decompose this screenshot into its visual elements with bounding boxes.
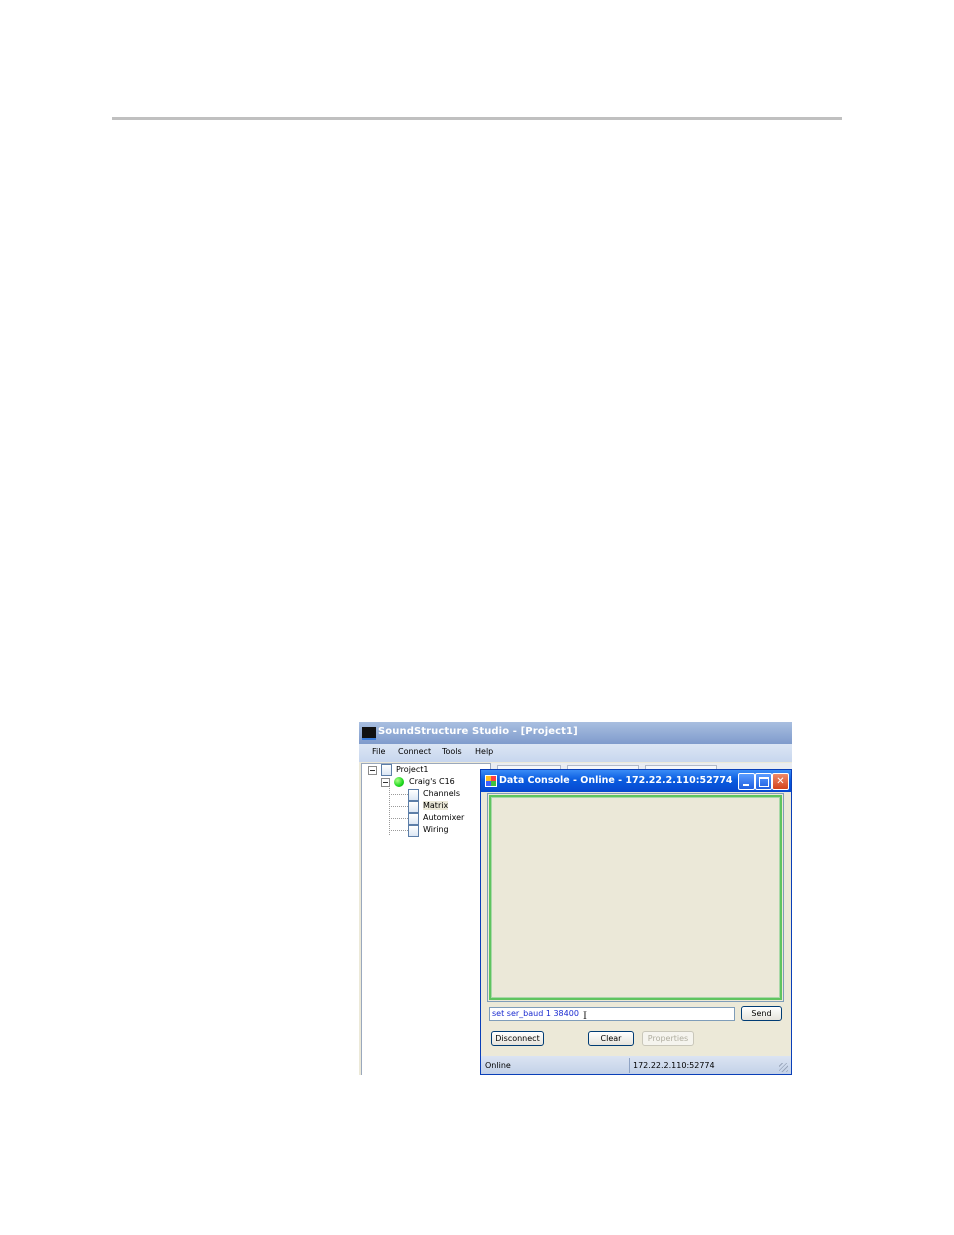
tree-line (389, 806, 408, 807)
page-header-rule (112, 117, 842, 120)
minimize-button[interactable] (738, 773, 755, 790)
properties-button[interactable]: Properties (642, 1031, 694, 1046)
status-separator (629, 1058, 630, 1073)
menu-tools[interactable]: Tools (442, 747, 462, 756)
menu-bar: File Connect Tools Help (359, 744, 792, 762)
text-cursor-icon: I (583, 1011, 587, 1022)
collapse-icon[interactable] (368, 766, 377, 775)
page-icon (408, 801, 419, 813)
project-icon (381, 764, 392, 776)
command-input[interactable] (489, 1007, 735, 1021)
page-icon (408, 825, 419, 837)
tree-item-channels[interactable]: Channels (423, 789, 460, 798)
dialog-title: Data Console - Online - 172.22.2.110:527… (499, 775, 733, 786)
project-tree: Project1 Craig's C16 Channels Matrix Aut… (361, 763, 491, 1075)
connection-address: 172.22.2.110:52774 (633, 1061, 715, 1070)
dialog-title-bar[interactable]: Data Console - Online - 172.22.2.110:527… (481, 770, 791, 792)
connection-status: Online (485, 1061, 511, 1070)
menu-connect[interactable]: Connect (398, 747, 431, 756)
status-bar: Online 172.22.2.110:52774 (481, 1056, 791, 1074)
clear-button[interactable]: Clear (588, 1031, 634, 1046)
tree-item-project[interactable]: Project1 (396, 765, 428, 774)
tree-item-device[interactable]: Craig's C16 (409, 777, 455, 786)
maximize-button[interactable] (755, 773, 772, 790)
page-icon (408, 789, 419, 801)
close-icon: ✕ (776, 776, 785, 787)
resize-grip-icon[interactable] (779, 1063, 788, 1072)
console-output[interactable] (489, 795, 782, 1000)
close-button[interactable]: ✕ (772, 773, 789, 790)
app-title-bar[interactable]: SoundStructure Studio - [Project1] (359, 722, 792, 744)
menu-file[interactable]: File (372, 747, 385, 756)
send-button[interactable]: Send (741, 1006, 782, 1021)
tree-item-wiring[interactable]: Wiring (423, 825, 449, 834)
online-status-icon (394, 777, 404, 787)
tree-line (389, 794, 408, 795)
collapse-icon[interactable] (381, 778, 390, 787)
app-title: SoundStructure Studio - [Project1] (378, 726, 578, 737)
page-icon (408, 813, 419, 825)
tree-item-automixer[interactable]: Automixer (423, 813, 464, 822)
tree-line (389, 830, 408, 831)
maximize-icon (759, 777, 769, 787)
tree-item-matrix[interactable]: Matrix (423, 801, 449, 810)
console-app-icon (485, 775, 497, 787)
menu-help[interactable]: Help (475, 747, 493, 756)
minimize-icon (743, 784, 749, 786)
tree-line (389, 780, 390, 835)
disconnect-button[interactable]: Disconnect (491, 1031, 544, 1046)
tree-line (389, 818, 408, 819)
app-icon (362, 727, 376, 740)
data-console-dialog: Data Console - Online - 172.22.2.110:527… (480, 769, 792, 1075)
